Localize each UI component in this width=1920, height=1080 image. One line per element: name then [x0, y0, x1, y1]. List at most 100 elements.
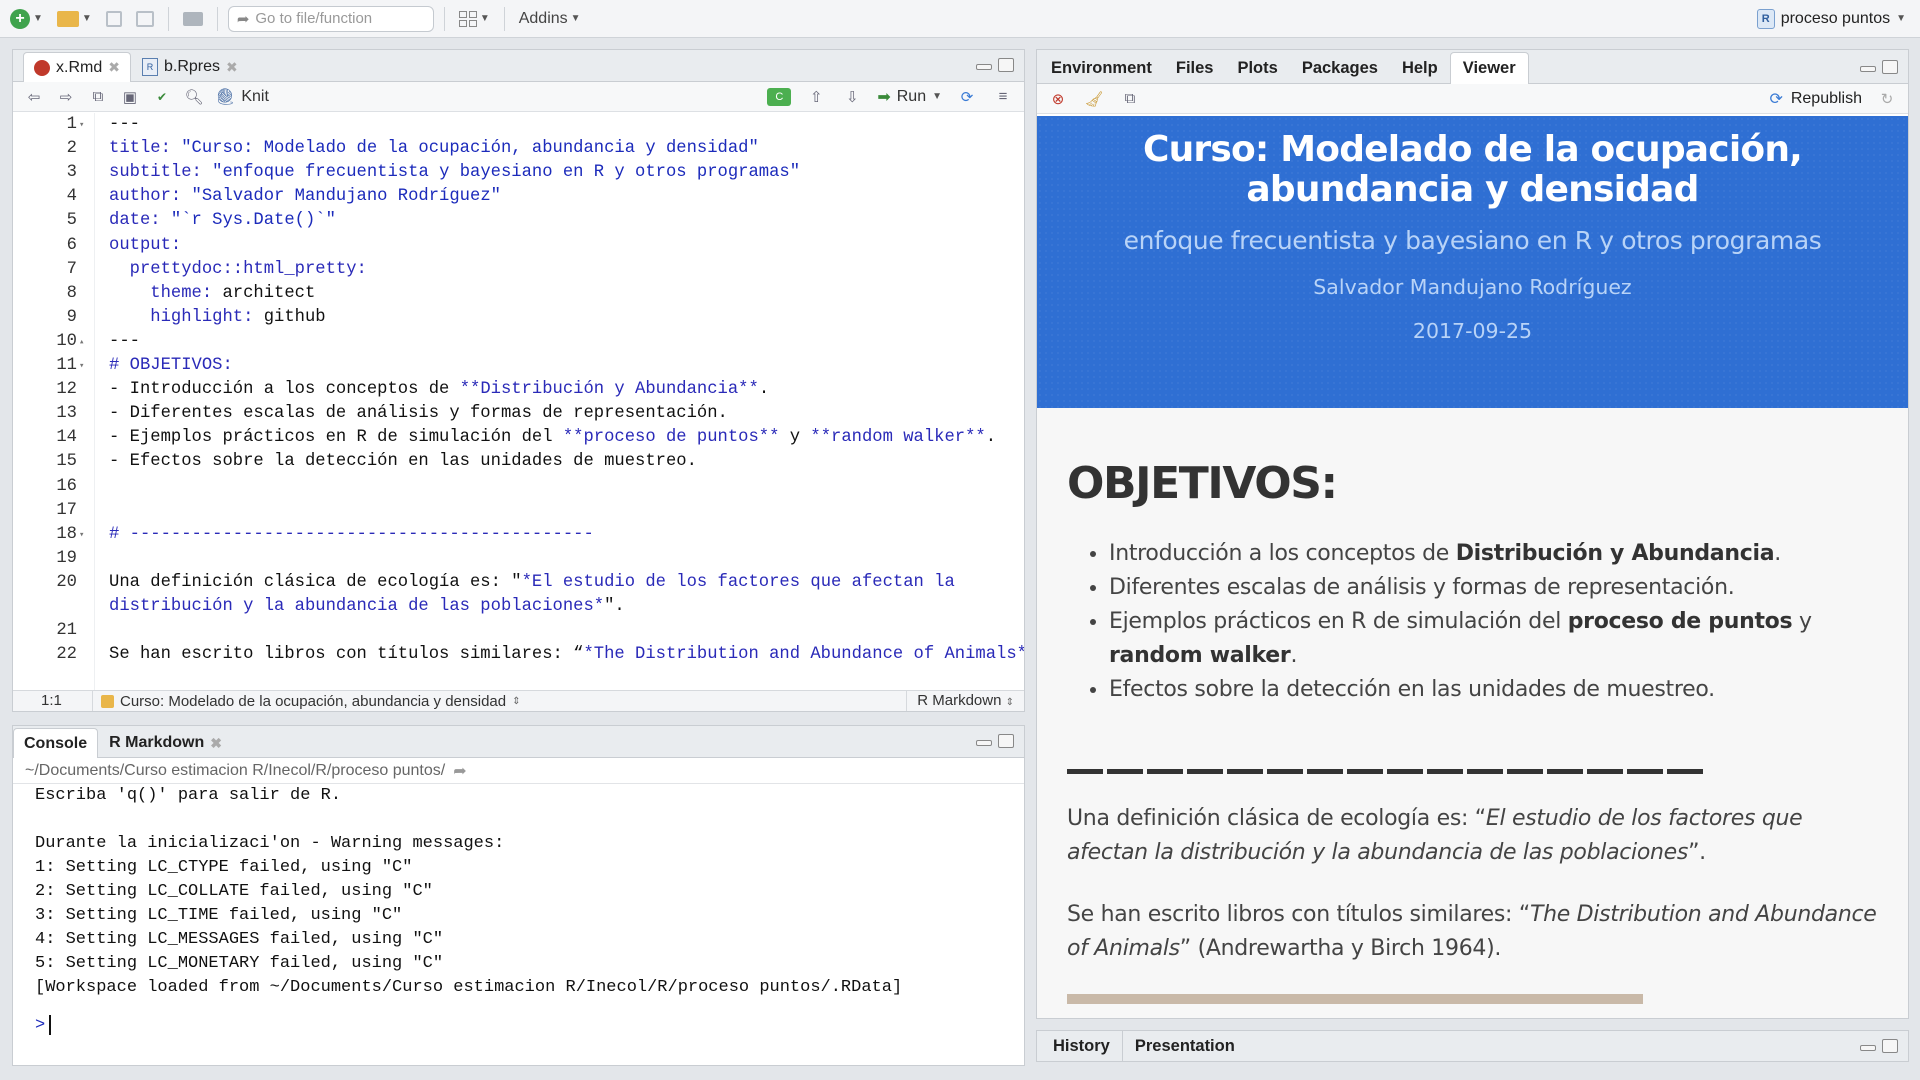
paragraph-definition: Una definición clásica de ecología es: “…	[1067, 802, 1878, 870]
save-button[interactable]	[102, 6, 126, 32]
code-text: author: "Salvador Mandujano Rodríguez"	[109, 185, 501, 209]
line-number: 8	[66, 283, 77, 303]
section-icon	[101, 694, 114, 708]
maximize-icon[interactable]	[998, 734, 1014, 748]
code-text: theme: architect	[109, 282, 315, 306]
project-menu[interactable]: R proceso puntos ▼	[1756, 8, 1914, 29]
console-pane: Console R Markdown ✖ ~/Documents/Curso e…	[12, 725, 1025, 1066]
close-icon[interactable]: ✖	[226, 59, 238, 76]
maximize-icon[interactable]	[998, 58, 1014, 72]
bullet-text: Ejemplos prácticos en R de simulación de…	[1109, 609, 1568, 634]
para-text: ”.	[1688, 840, 1706, 865]
code-token: architect	[222, 283, 316, 303]
console-input-line[interactable]: >	[13, 1014, 1024, 1038]
tab-x-rmd[interactable]: x.Rmd ✖	[23, 52, 131, 82]
code-line: 4 author: "Salvador Mandujano Rodríguez"	[13, 185, 1024, 209]
tab-label: R Markdown	[109, 734, 205, 751]
bullet-text: Efectos sobre la detección en las unidad…	[1109, 677, 1715, 702]
maximize-icon[interactable]	[1882, 1039, 1898, 1053]
tab-packages[interactable]: Packages	[1290, 53, 1390, 83]
line-number: 14	[56, 428, 77, 448]
publish-icon[interactable]: ⟳	[956, 86, 978, 108]
tab-files[interactable]: Files	[1164, 53, 1226, 83]
code-editor[interactable]: 1 ▾ --- 2 title: "Curso: Modelado de la ocup…	[13, 113, 1024, 691]
run-button[interactable]: ➡ Run ▼	[877, 87, 942, 107]
addins-menu[interactable]: Addins ▼	[515, 6, 585, 32]
r-project-icon: R	[1756, 8, 1775, 29]
updown-icon: ⇕	[512, 695, 521, 707]
line-number: 11	[56, 356, 77, 375]
project-label: proceso puntos	[1780, 9, 1891, 27]
para-text: ” (Andrewartha y Birch 1964).	[1179, 936, 1502, 961]
code-token: - Efectos sobre la detección en las unid…	[109, 452, 697, 472]
minimize-icon[interactable]	[1860, 66, 1876, 72]
bullet-bold: proceso de puntos	[1567, 609, 1793, 634]
code-token: *The Distribution and Abundance of Anima…	[583, 645, 1024, 665]
close-icon[interactable]: ✖	[108, 59, 120, 76]
fold-down-icon[interactable]: ▾	[79, 354, 84, 378]
open-file-button[interactable]: ▼	[53, 6, 96, 32]
code-line: 6 output:	[13, 234, 1024, 258]
minimize-icon[interactable]	[976, 740, 992, 746]
up-arrow-icon[interactable]: ⇧	[805, 86, 827, 108]
tab-history[interactable]: History	[1041, 1031, 1122, 1061]
code-token: y	[779, 428, 811, 448]
tab-r-markdown[interactable]: R Markdown ✖	[98, 728, 233, 757]
broom-icon[interactable]: 🧹︎	[1083, 88, 1105, 110]
insert-chunk-icon[interactable]: C	[767, 87, 792, 106]
save-all-button[interactable]	[132, 6, 158, 32]
workspace-panes-button[interactable]: ▼	[455, 6, 494, 32]
knit-button[interactable]: 🧶︎ Knit	[215, 87, 269, 107]
fold-up-icon[interactable]: ▴	[79, 330, 84, 354]
document-author: Salvador Mandujano Rodríguez	[1313, 275, 1632, 299]
show-in-window-icon[interactable]: ⧉	[87, 86, 109, 108]
spellcheck-icon[interactable]: ✔	[151, 86, 173, 108]
minimize-icon[interactable]	[1860, 1045, 1876, 1051]
clear-viewer-icon[interactable]: ⊗	[1047, 88, 1069, 110]
tab-viewer[interactable]: Viewer	[1449, 52, 1529, 84]
close-icon[interactable]: ✖	[210, 735, 222, 752]
refresh-icon[interactable]: ↻	[1876, 88, 1898, 110]
tab-environment[interactable]: Environment	[1039, 53, 1164, 83]
minimize-icon[interactable]	[976, 64, 992, 70]
document-mode-selector[interactable]: R Markdown ⇕	[906, 691, 1024, 711]
line-number: 17	[56, 500, 77, 520]
line-number: 22	[56, 645, 77, 665]
pane-window-controls	[1860, 60, 1898, 74]
code-line: 5 date: "`r Sys.Date()`"	[13, 209, 1024, 233]
maximize-icon[interactable]	[1882, 60, 1898, 74]
code-token: distribución y la abundancia de las pobl…	[109, 597, 605, 616]
outline-icon[interactable]: ≡	[992, 86, 1014, 108]
fold-down-icon[interactable]: ▾	[79, 113, 84, 137]
objectives-list: Introducción a los conceptos de Distribu…	[1067, 537, 1878, 707]
code-token: .	[985, 428, 997, 448]
new-file-button[interactable]: + ▼	[6, 6, 47, 32]
tab-console[interactable]: Console	[13, 728, 99, 758]
fold-down-icon[interactable]: ▾	[79, 523, 84, 547]
show-in-new-window-icon[interactable]: ⧉	[1119, 88, 1141, 110]
tab-b-rpres[interactable]: R b.Rpres ✖	[131, 52, 249, 81]
line-number: 7	[66, 259, 77, 279]
section-label: Curso: Modelado de la ocupación, abundan…	[120, 692, 507, 710]
chevron-down-icon: ▼	[932, 91, 942, 102]
goto-file-function-input[interactable]: ➦ Go to file/function	[227, 5, 434, 32]
go-to-directory-icon[interactable]: ➦	[453, 761, 466, 781]
republish-button[interactable]: ⟳ Republish	[1769, 89, 1862, 109]
list-item: Introducción a los conceptos de Distribu…	[1109, 537, 1878, 571]
back-arrow-icon[interactable]: ⇦	[23, 86, 45, 108]
save-icon[interactable]: ▣	[119, 86, 141, 108]
print-button[interactable]	[179, 6, 207, 32]
run-label: Run	[896, 87, 927, 105]
code-line: 20 Una definición clásica de ecología es:…	[13, 571, 1024, 595]
tab-help[interactable]: Help	[1390, 53, 1450, 83]
console-output[interactable]: Escriba 'q()' para salir de R. Durante l…	[13, 784, 1024, 1000]
tab-plots[interactable]: Plots	[1225, 53, 1289, 83]
section-selector[interactable]: Curso: Modelado de la ocupación, abundan…	[93, 693, 906, 710]
code-token: ---	[109, 331, 140, 351]
console-text: Escriba 'q()' para salir de R. Durante l…	[35, 786, 903, 997]
search-icon[interactable]: 🔍︎	[183, 86, 205, 108]
tab-presentation[interactable]: Presentation	[1121, 1031, 1247, 1061]
forward-arrow-icon[interactable]: ⇨	[55, 86, 77, 108]
document-subtitle: enfoque frecuentista y bayesiano en R y …	[1123, 226, 1822, 255]
down-arrow-icon[interactable]: ⇩	[841, 86, 863, 108]
